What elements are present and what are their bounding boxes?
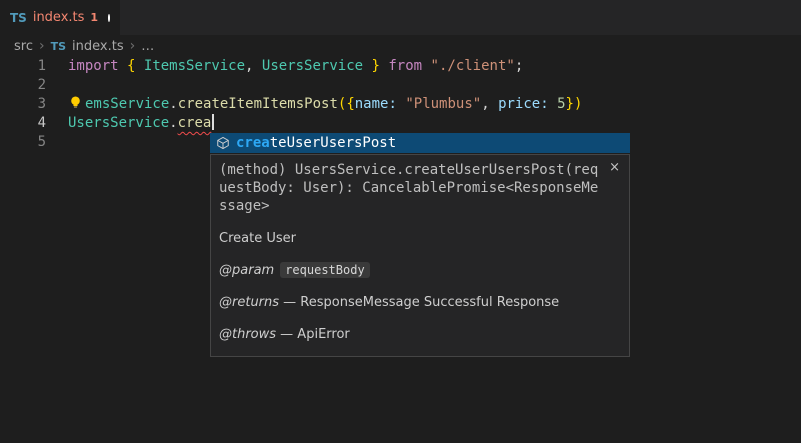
signature-line: (method) UsersService.createUserUsersPos… (219, 161, 621, 179)
code-token (119, 58, 127, 74)
doc-tag-row: @param requestBody (219, 261, 621, 280)
breadcrumb-separator-icon: › (130, 38, 136, 54)
signature-line: ssage> (219, 197, 621, 215)
code-token: . (169, 115, 177, 131)
code-token: ({ (338, 96, 355, 112)
breadcrumb-item[interactable]: index.ts (72, 39, 124, 54)
intellisense-popup: createUserUsersPost × (method) UsersServ… (210, 133, 630, 357)
breadcrumb-item[interactable]: … (141, 39, 154, 54)
suggestion-match-text: crea (236, 135, 270, 151)
suggestion-label: createUserUsersPost (236, 135, 396, 151)
code-token: import (68, 58, 119, 74)
code-token: "Plumbus" (405, 96, 481, 112)
typescript-file-icon: TS (10, 11, 27, 25)
suggestion-docs-panel: × (method) UsersService.createUserUsersP… (210, 154, 630, 357)
code-token: . (169, 96, 177, 112)
code-token (135, 58, 143, 74)
line-number: 5 (0, 133, 46, 152)
code-line[interactable]: import { ItemsService, UsersService } fr… (68, 57, 801, 76)
code-token (363, 58, 371, 74)
code-token: , (481, 96, 498, 112)
code-token: name: (355, 96, 397, 112)
doc-description: Create User (219, 230, 621, 247)
code-line[interactable] (68, 76, 801, 95)
doc-tag-row: @throws — ApiError (219, 326, 621, 344)
breadcrumb: src › TS index.ts › … (0, 35, 801, 57)
text-cursor (212, 114, 214, 130)
lightbulb-code-action-icon[interactable] (68, 95, 85, 110)
typescript-file-icon: TS (51, 40, 66, 53)
code-token: from (388, 58, 422, 74)
breadcrumb-separator-icon: › (39, 38, 45, 54)
code-token: createItemItemsPost (178, 96, 338, 112)
code-token: ItemsService (144, 58, 245, 74)
jsdoc-tag-label: @param (219, 263, 274, 278)
suggestion-item-selected[interactable]: createUserUsersPost (210, 133, 630, 153)
doc-tag-text: — ApiError (276, 327, 350, 342)
unsaved-changes-dot-icon[interactable] (108, 14, 110, 22)
tab-index-ts[interactable]: TS index.ts 1 (0, 0, 120, 35)
line-number-gutter: 12345 (0, 57, 46, 152)
tab-filename: index.ts (33, 10, 85, 25)
code-line[interactable]: UsersService.crea (68, 114, 801, 133)
line-number: 3 (0, 95, 46, 114)
code-token: UsersService (68, 115, 169, 131)
jsdoc-tag-label: @returns (219, 295, 279, 310)
code-token: UsersService (262, 58, 363, 74)
code-token: emsService (85, 96, 169, 112)
line-number: 4 (0, 114, 46, 133)
doc-tag-row: @returns — ResponseMessage Successful Re… (219, 294, 621, 312)
breadcrumb-item[interactable]: src (14, 39, 33, 54)
tab-bar: TS index.ts 1 (0, 0, 801, 35)
code-line[interactable]: emsService.createItemItemsPost({name: "P… (68, 95, 801, 114)
code-token: } (372, 58, 380, 74)
doc-tags: @param requestBody @returns — ResponseMess… (219, 261, 621, 344)
doc-tag-text: — ResponseMessage Successful Response (279, 295, 559, 310)
code-token: price: (498, 96, 549, 112)
suggestion-rest-text: teUserUsersPost (270, 135, 396, 151)
code-token: ; (515, 58, 523, 74)
line-number: 1 (0, 57, 46, 76)
code-token (549, 96, 557, 112)
symbol-method-icon (216, 136, 230, 150)
signature-line: uestBody: User): CancelablePromise<Respo… (219, 179, 621, 197)
param-name-chip: requestBody (280, 262, 369, 278)
method-signature: (method) UsersService.createUserUsersPos… (219, 161, 621, 215)
error-token: crea (178, 115, 212, 131)
close-icon[interactable]: × (609, 161, 620, 175)
jsdoc-tag-label: @throws (219, 327, 276, 342)
code-token: , (245, 58, 262, 74)
tab-error-count-badge: 1 (90, 11, 98, 24)
code-token: "./client" (431, 58, 515, 74)
code-token: 5 (557, 96, 565, 112)
code-token: }) (566, 96, 583, 112)
code-token (422, 58, 430, 74)
line-number: 2 (0, 76, 46, 95)
